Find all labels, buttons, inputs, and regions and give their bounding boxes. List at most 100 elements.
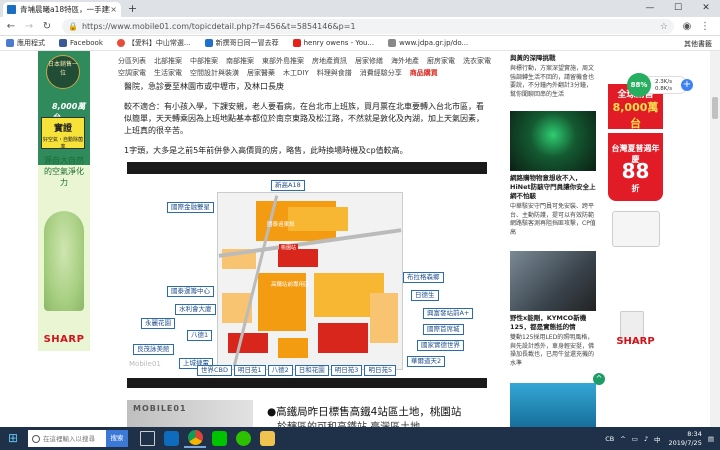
window-close-button[interactable]: ✕ [692, 0, 720, 17]
bookmark-2[interactable]: 【愛料】中山常選... [116, 38, 191, 48]
reload-icon[interactable]: ↻ [40, 20, 54, 33]
tab-title: 青埔晨曦a18特區，一手建案資 [20, 5, 110, 14]
news-title[interactable]: 與黃的深障挑戰 [510, 54, 596, 63]
ime-icon[interactable]: 中 [654, 434, 661, 444]
sharp-logo: SHARP [616, 336, 655, 347]
subnav-link[interactable]: 東部外島推案 [262, 55, 304, 67]
task-view-icon[interactable] [136, 429, 158, 448]
news-thumbnail[interactable] [510, 111, 596, 171]
subnav-link[interactable]: 北部推案 [154, 55, 182, 67]
page-icon [204, 39, 213, 47]
map-label: 日德生 [411, 290, 439, 301]
news-title[interactable]: 野性x能剛，KYMCO新機125，都是實態抵的情 [510, 314, 596, 332]
article-paragraph: 較不適合：有小孩入學，下課安親，老人要看病，在台北市上班族，買月票在北車要轉入台… [124, 102, 484, 135]
sidebar-news-item[interactable]: 與黃的深障挑戰 與標行動，方案深望實施，周文強調轉生活不回的，請留機會也要說，不… [510, 51, 596, 99]
bookmark-3[interactable]: 新撰哥日同一冒去荐 [204, 38, 279, 48]
page-scrollbar[interactable] [710, 51, 720, 427]
subnav-link[interactable]: 料理與食譜 [317, 67, 352, 79]
forward-icon[interactable]: → [22, 20, 36, 33]
bookmark-youtube[interactable]: henry owens - You... [292, 39, 374, 47]
apps-icon [6, 39, 14, 47]
bookmark-apps[interactable]: 應用程式 [6, 38, 45, 48]
url-box[interactable]: 🔒 https://www.mobile01.com/topicdetail.p… [62, 19, 674, 34]
article-body: 醫院，急診要至林園市或中壢市，及林口長庚 較不適合：有小孩入學，下課安親，老人要… [124, 81, 490, 165]
sidebar-news-item[interactable] [510, 383, 596, 427]
widget-plus-button[interactable]: + [681, 79, 693, 91]
sidebar-news-item[interactable]: 網路購物物意想收不入，HiNet防駭守門員讓你安全上網不怕駭 中華駭安守門員可免… [510, 111, 596, 237]
map-watermark: Mobile01 [129, 360, 161, 368]
subnav-link[interactable]: 居家醫藥 [247, 67, 275, 79]
news-thumbnail[interactable] [510, 251, 596, 311]
scroll-top-button[interactable]: ^ [593, 373, 605, 385]
subnav-link[interactable]: 洗衣家電 [463, 55, 491, 67]
map-label: 日和花園 [294, 365, 329, 376]
network-speed-widget[interactable]: 88% 2.3K/s 0.8K/s + [627, 73, 693, 97]
ad-panel: 台灣夏普週年慶 88 折 [608, 133, 663, 201]
subnav-link[interactable]: 空間設計與裝潢 [190, 67, 239, 79]
new-tab-button[interactable]: + [126, 3, 139, 16]
page-icon [388, 39, 397, 47]
area-map-image[interactable]: 新高A18 國際金融雙星 國泰運籌中心 水利會大廈 永麗花園 八德1 良茂詠美館… [127, 162, 487, 388]
subnav-link[interactable]: 廚房家電 [427, 55, 455, 67]
profile-icon[interactable]: ◉ [680, 20, 694, 33]
back-icon[interactable]: ← [4, 20, 18, 33]
line-icon[interactable] [208, 429, 230, 448]
volume-icon[interactable]: ♪ [644, 435, 648, 443]
map-zone [278, 249, 318, 267]
tab-close-icon[interactable]: × [110, 5, 117, 14]
outlook-icon[interactable] [160, 429, 182, 448]
scrollbar-thumb[interactable] [712, 97, 718, 119]
taskbar-clock[interactable]: 8:34 2019/7/25 [669, 430, 702, 448]
subnav-link[interactable]: 居家修繕 [355, 55, 383, 67]
news-title[interactable]: 網路購物物意想收不入，HiNet防駭守門員讓你安全上網不怕駭 [510, 174, 596, 201]
menu-icon[interactable]: ⋮ [698, 20, 712, 33]
taskbar: ⊞ 搜索 CB ^ ▭ ♪ 中 8:34 2019/7/25 ▤ [0, 427, 720, 450]
map-label: 布拉格森鄉 [403, 272, 444, 283]
browser-tab[interactable]: 青埔晨曦a18特區，一手建案資 × [3, 2, 121, 17]
language-indicator[interactable]: CB [605, 435, 614, 443]
bookmark-jdpa[interactable]: www.jdpa.gr.jp/do... [388, 39, 468, 47]
search-input[interactable] [43, 434, 107, 443]
news-image[interactable]: MOBILE01 ●高鐵局昨日標售高鐵4站區土地，桃園站 於轄區的可和高鐵站 臺… [127, 400, 487, 427]
search-button[interactable]: 搜索 [106, 430, 128, 447]
news-headline: ●高鐵局昨日標售高鐵4站區土地，桃園站 [267, 406, 462, 418]
other-bookmarks[interactable]: 其他書籤 [684, 39, 712, 49]
subnav-link[interactable]: 空調家電 [118, 67, 146, 79]
news-desc: 中華駭安守門員可免安裝、跨平台、主動防護，提可以有效防範網路駭客測再阻挡匪攻擊，… [510, 203, 596, 236]
subnav-link-shop[interactable]: 商品購買 [410, 67, 438, 79]
file-explorer-icon[interactable] [256, 429, 278, 448]
network-icon[interactable]: ▭ [632, 435, 638, 443]
map-label: 國際金融雙星 [167, 202, 214, 213]
subnav-link[interactable]: 海外地產 [391, 55, 419, 67]
address-bar: ← → ↻ 🔒 https://www.mobile01.com/topicde… [0, 17, 720, 36]
upload-speed: 2.3K/s [655, 79, 673, 85]
zone-label: 高鐵站前專用區 [271, 282, 310, 288]
bookmark-star-icon[interactable]: ☆ [660, 22, 668, 32]
cpu-percent: 88% [627, 73, 651, 97]
award-badge: 日本銷售一位 [46, 55, 80, 89]
left-ad-banner[interactable]: 日本銷售一位 8,000萬台 實證好空氣・自動除菌率 源自大自然的空氣淨化力 S… [38, 51, 90, 351]
subnav-link[interactable]: 中部推案 [190, 55, 218, 67]
subnav-link[interactable]: 分區列表 [118, 55, 146, 67]
map-label: 明日苑3 [330, 365, 363, 376]
notification-icon[interactable]: ▤ [708, 435, 714, 443]
subnav-link[interactable]: 南部推案 [226, 55, 254, 67]
subnav-link[interactable]: 生活家電 [154, 67, 182, 79]
subnav-link[interactable]: 消費經驗分享 [360, 67, 402, 79]
news-thumbnail[interactable] [510, 383, 596, 427]
youtube-icon [292, 39, 301, 47]
minimize-button[interactable]: — [636, 0, 664, 17]
chrome-icon[interactable] [184, 429, 206, 448]
subnav-link[interactable]: 房地產資訊 [312, 55, 347, 67]
tray-arrow-icon[interactable]: ^ [620, 435, 625, 443]
map-label: 國泰運籌中心 [167, 286, 214, 297]
map-bottom-bar [127, 378, 487, 388]
windows-start-icon[interactable]: ⊞ [4, 430, 22, 447]
maximize-button[interactable]: ☐ [664, 0, 692, 17]
wechat-icon[interactable] [232, 429, 254, 448]
sidebar-news-item[interactable]: 野性x能剛，KYMCO新機125，都是實態抵的情 雙動125採用LED的照明風格… [510, 251, 596, 368]
taskbar-search[interactable]: 搜索 [28, 430, 128, 447]
subnav-link[interactable]: 木工DIY [283, 67, 309, 79]
bookmark-facebook[interactable]: Facebook [59, 39, 103, 47]
map-label: 八德2 [267, 365, 293, 376]
